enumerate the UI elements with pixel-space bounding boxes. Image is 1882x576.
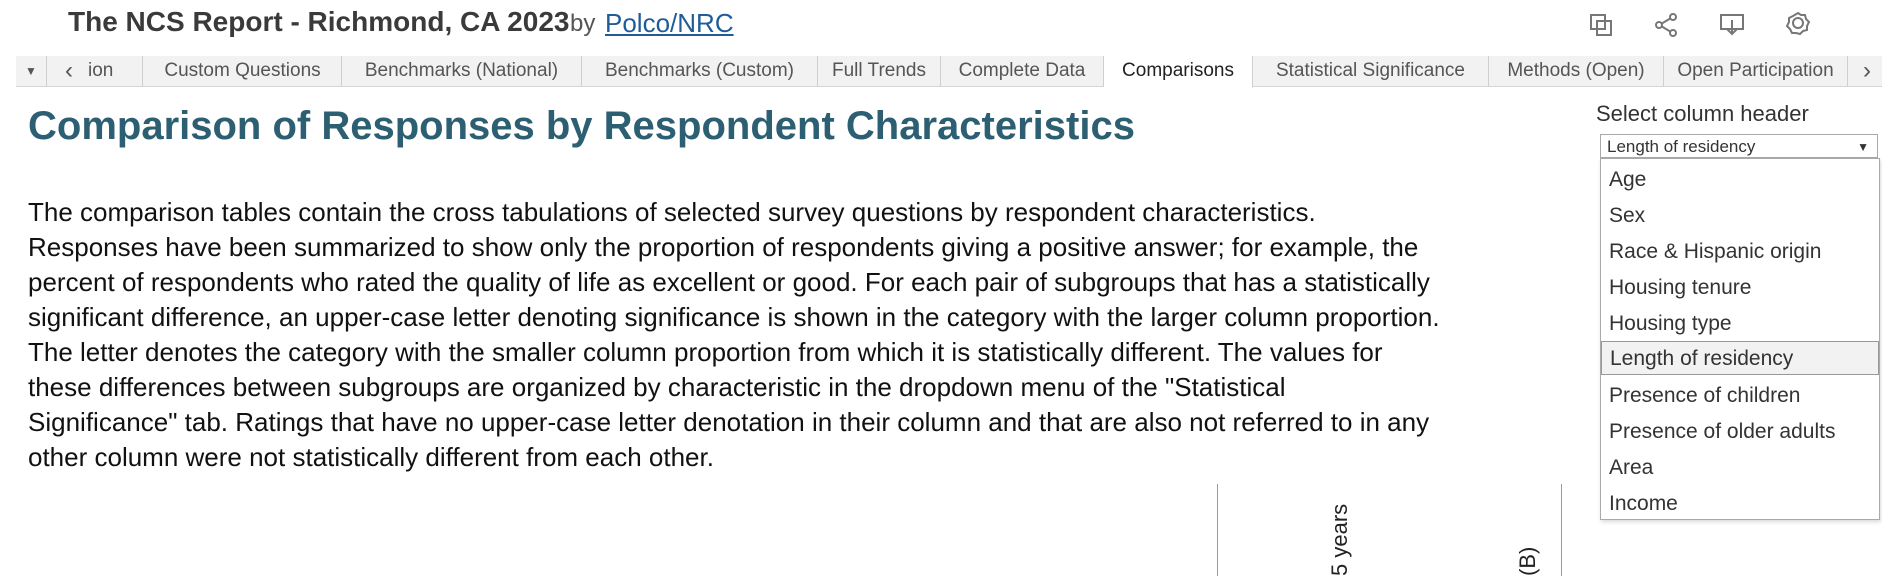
paragraph-line: Significance" tab. Ratings that have no … [28,407,1430,437]
author-prefix: by [570,10,596,37]
column-header-select[interactable]: Length of residency ▼ [1600,134,1878,158]
dropdown-list: Age Sex Race & Hispanic origin Housing t… [1600,158,1880,520]
tab-next-icon[interactable]: › [1854,56,1880,86]
table-column-divider [1217,484,1218,576]
selected-value: Length of residency [1607,137,1756,156]
dropdown-option-race[interactable]: Race & Hispanic origin [1601,235,1879,269]
paragraph-line: these differences between subgroups are … [28,372,1286,402]
tab-complete-data[interactable]: Complete Data [941,56,1104,86]
tab-full-trends[interactable]: Full Trends [818,56,941,86]
column-header: (B) [1515,546,1540,576]
dropdown-option-presence-of-older-adults[interactable]: Presence of older adults [1601,415,1879,449]
dropdown-option-income[interactable]: Income [1601,487,1879,521]
dropdown-option-presence-of-children[interactable]: Presence of children [1601,379,1879,413]
column-header-select-label: Select column header [1596,101,1809,126]
paragraph-line: other column were not statistically diff… [28,442,714,472]
paragraph-line: The comparison tables contain the cross … [28,197,1316,227]
dropdown-option-area[interactable]: Area [1601,451,1879,485]
chevron-down-icon[interactable]: ▼ [1857,135,1869,159]
dropdown-option-housing-type[interactable]: Housing type [1601,307,1879,341]
tab-methods-open[interactable]: Methods (Open) [1489,56,1664,86]
share-icon[interactable] [1649,8,1683,42]
badge-icon[interactable] [1781,8,1815,42]
tab-menu-icon[interactable]: ▼ [16,56,47,86]
tab-custom-questions[interactable]: Custom Questions [144,56,342,86]
tab-open-participation[interactable]: Open Participation [1664,56,1848,86]
dropdown-option-sex[interactable]: Sex [1601,199,1879,233]
dropdown-option-age[interactable]: Age [1601,163,1879,197]
duplicate-icon[interactable] [1584,8,1618,42]
description-paragraph: The comparison tables contain the cross … [28,195,1588,475]
dropdown-option-housing-tenure[interactable]: Housing tenure [1601,271,1879,305]
paragraph-line: The letter denotes the category with the… [28,337,1383,367]
tab-benchmarks-custom[interactable]: Benchmarks (Custom) [582,56,818,86]
paragraph-line: significant difference, an upper-case le… [28,302,1440,332]
tab-prev-icon[interactable]: ‹ [56,56,82,86]
tab-strip: ▼ ‹ ion Custom Questions Benchmarks (Nat… [16,56,1882,88]
paragraph-line: percent of respondents who rated the qua… [28,267,1430,297]
dropdown-option-length-of-residency[interactable]: Length of residency [1601,341,1879,375]
table-column-divider [1561,484,1562,576]
download-icon[interactable] [1715,8,1749,42]
column-header: 5 years [1327,503,1352,576]
tab-statistical-significance[interactable]: Statistical Significance [1253,56,1489,86]
author-link[interactable]: Polco/NRC [605,8,734,39]
report-title: The NCS Report - Richmond, CA 2023 [68,6,570,37]
tab-benchmarks-national[interactable]: Benchmarks (National) [342,56,582,86]
tab-overview-partial[interactable]: ion [84,56,143,86]
page-title: Comparison of Responses by Respondent Ch… [28,104,1135,148]
tab-comparisons[interactable]: Comparisons [1104,56,1253,88]
paragraph-line: Responses have been summarized to show o… [28,232,1419,262]
report-header: The NCS Report - Richmond, CA 2023 by Po… [0,0,1882,52]
